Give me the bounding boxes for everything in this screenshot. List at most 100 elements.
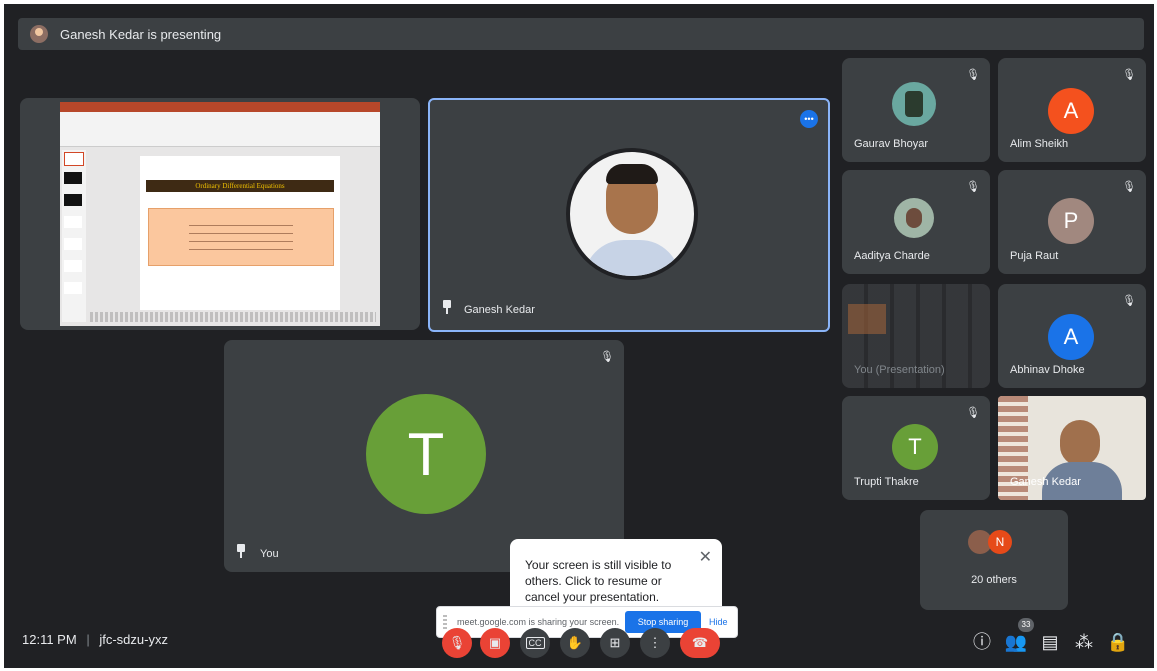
trupti-avatar: T [892,424,938,470]
presenting-banner: Ganesh Kedar is presenting [18,18,1144,50]
presenting-text: Ganesh Kedar is presenting [60,26,222,42]
presenter-tile-name: Ganesh Kedar [464,304,535,316]
close-icon[interactable]: ✕ [699,547,712,567]
mic-off-icon: 🎙 [966,407,980,419]
chat-icon[interactable]: ▤ [1038,630,1062,654]
raise-hand-button[interactable]: ✋ [560,628,590,658]
slide-title: Ordinary Differential Equations [195,182,285,190]
meet-window: Ganesh Kedar is presenting Ordinary Diff… [4,4,1154,668]
host-controls-icon[interactable]: 🔒 [1106,630,1130,654]
puja-avatar: P [1048,198,1094,244]
self-tile-name: You [260,548,279,560]
captions-button[interactable]: CC [520,628,550,658]
participant-name: Ganesh Kedar [1010,476,1081,488]
alim-avatar-initial: A [1063,98,1079,123]
hand-icon: ✋ [566,635,584,650]
ppt-notes-lines [90,312,376,322]
alim-avatar: A [1048,88,1094,134]
slide-thumb-5 [64,238,82,250]
slide-thumb-6 [64,260,82,272]
camera-off-icon: ▣ [488,635,502,650]
slide-thumb-4 [64,216,82,228]
presenter-avatar [30,25,48,43]
self-video-tile[interactable]: T 🎙 You [224,340,624,572]
toast-message: Your screen is still visible to others. … [525,558,672,604]
pin-icon[interactable] [236,544,246,558]
mic-off-icon: 🎙 [966,181,980,193]
end-call-button[interactable]: ☎ [680,628,720,658]
others-avatar-initial: N [995,535,1005,549]
speaking-indicator: ••• [800,110,818,128]
others-count: 20 others [971,574,1017,586]
participant-tile-ganesh-camera[interactable]: Ganesh Kedar [998,396,1146,500]
abhinav-avatar: A [1048,314,1094,360]
aaditya-photo-inner [906,208,922,228]
participant-tile-alim[interactable]: A 🎙 Alim Sheikh [998,58,1146,162]
participant-tile-trupti[interactable]: T 🎙 Trupti Thakre [842,396,990,500]
activities-icon[interactable]: ⁂ [1072,630,1096,654]
participant-tile-abhinav[interactable]: A 🎙 Abhinav Dhoke [998,284,1146,388]
powerpoint-screenshot: Ordinary Differential Equations [60,102,380,326]
participant-name: Puja Raut [1010,250,1059,262]
gaurav-photo-inner [905,91,923,117]
participant-name: Alim Sheikh [1010,138,1069,150]
puja-avatar-initial: P [1063,208,1079,233]
presenter-avatar-photo [566,148,698,280]
self-avatar-initial: T [407,420,445,488]
mic-off-icon: 🎙 [600,351,614,363]
participants-badge: 33 [1018,618,1034,632]
participant-tile-puja[interactable]: P 🎙 Puja Raut [998,170,1146,274]
meeting-code[interactable]: jfc-sdzu-yxz [99,632,168,647]
separator: | [86,632,90,647]
presenter-video-tile[interactable]: ••• Ganesh Kedar [428,98,830,332]
captions-icon: CC [525,637,545,649]
slide-author-box [148,208,334,266]
phone-hangup-icon: ☎ [691,635,709,650]
participant-name: Aaditya Charde [854,250,930,262]
abhinav-avatar-initial: A [1063,324,1079,349]
trupti-avatar-initial: T [908,434,922,459]
mic-off-icon: 🎙 [966,69,980,81]
self-avatar: T [366,394,486,514]
camera-person-head [1060,420,1100,466]
present-icon: ⊞ [609,635,621,650]
slide-title-bar: Ordinary Differential Equations [146,180,334,192]
slide-thumb-3 [64,194,82,206]
participant-name: Trupti Thakre [854,476,919,488]
participant-tile-gaurav[interactable]: 🎙 Gaurav Bhoyar [842,58,990,162]
pin-icon[interactable] [442,300,452,314]
slide-thumb-2 [64,172,82,184]
mic-toggle-button[interactable]: 🎙 [442,628,472,658]
more-vert-icon: ⋮ [648,635,662,650]
bottom-toolbar: 12:11 PM | jfc-sdzu-yxz 🎙 ▣ CC ✋ ⊞ ⋮ ☎ ⓘ… [4,616,1154,668]
gaurav-avatar-photo [892,82,936,126]
screen-visible-toast: Your screen is still visible to others. … [510,539,722,615]
mic-off-icon: 🎙 [448,635,466,650]
presentation-tile[interactable]: Ordinary Differential Equations [20,98,420,330]
self-presentation-tile[interactable]: You (Presentation) [842,284,990,388]
info-icon[interactable]: ⓘ [970,630,994,654]
miniature-slide [848,304,886,334]
ppt-slide: Ordinary Differential Equations [140,156,340,310]
ppt-slide-panel [62,150,86,322]
photo-shirt [584,240,680,276]
people-icon[interactable]: 👥 [1004,630,1028,654]
participant-name: You (Presentation) [854,364,945,376]
participant-name: Abhinav Dhoke [1010,364,1085,376]
mic-off-icon: 🎙 [1122,181,1136,193]
more-options-button[interactable]: ⋮ [640,628,670,658]
meeting-info: 12:11 PM | jfc-sdzu-yxz [22,632,168,647]
others-tile[interactable]: N 20 others [920,510,1068,610]
aaditya-avatar-photo [894,198,934,238]
others-avatar: N [988,530,1012,554]
present-button[interactable]: ⊞ [600,628,630,658]
camera-toggle-button[interactable]: ▣ [480,628,510,658]
participant-name: Gaurav Bhoyar [854,138,928,150]
participant-tile-aaditya[interactable]: 🎙 Aaditya Charde [842,170,990,274]
photo-hair [606,164,658,184]
clock: 12:11 PM [22,632,77,647]
ppt-ribbon [60,112,380,147]
slide-author-lines [189,221,293,251]
slide-thumb-1 [64,152,84,166]
slide-thumb-7 [64,282,82,294]
